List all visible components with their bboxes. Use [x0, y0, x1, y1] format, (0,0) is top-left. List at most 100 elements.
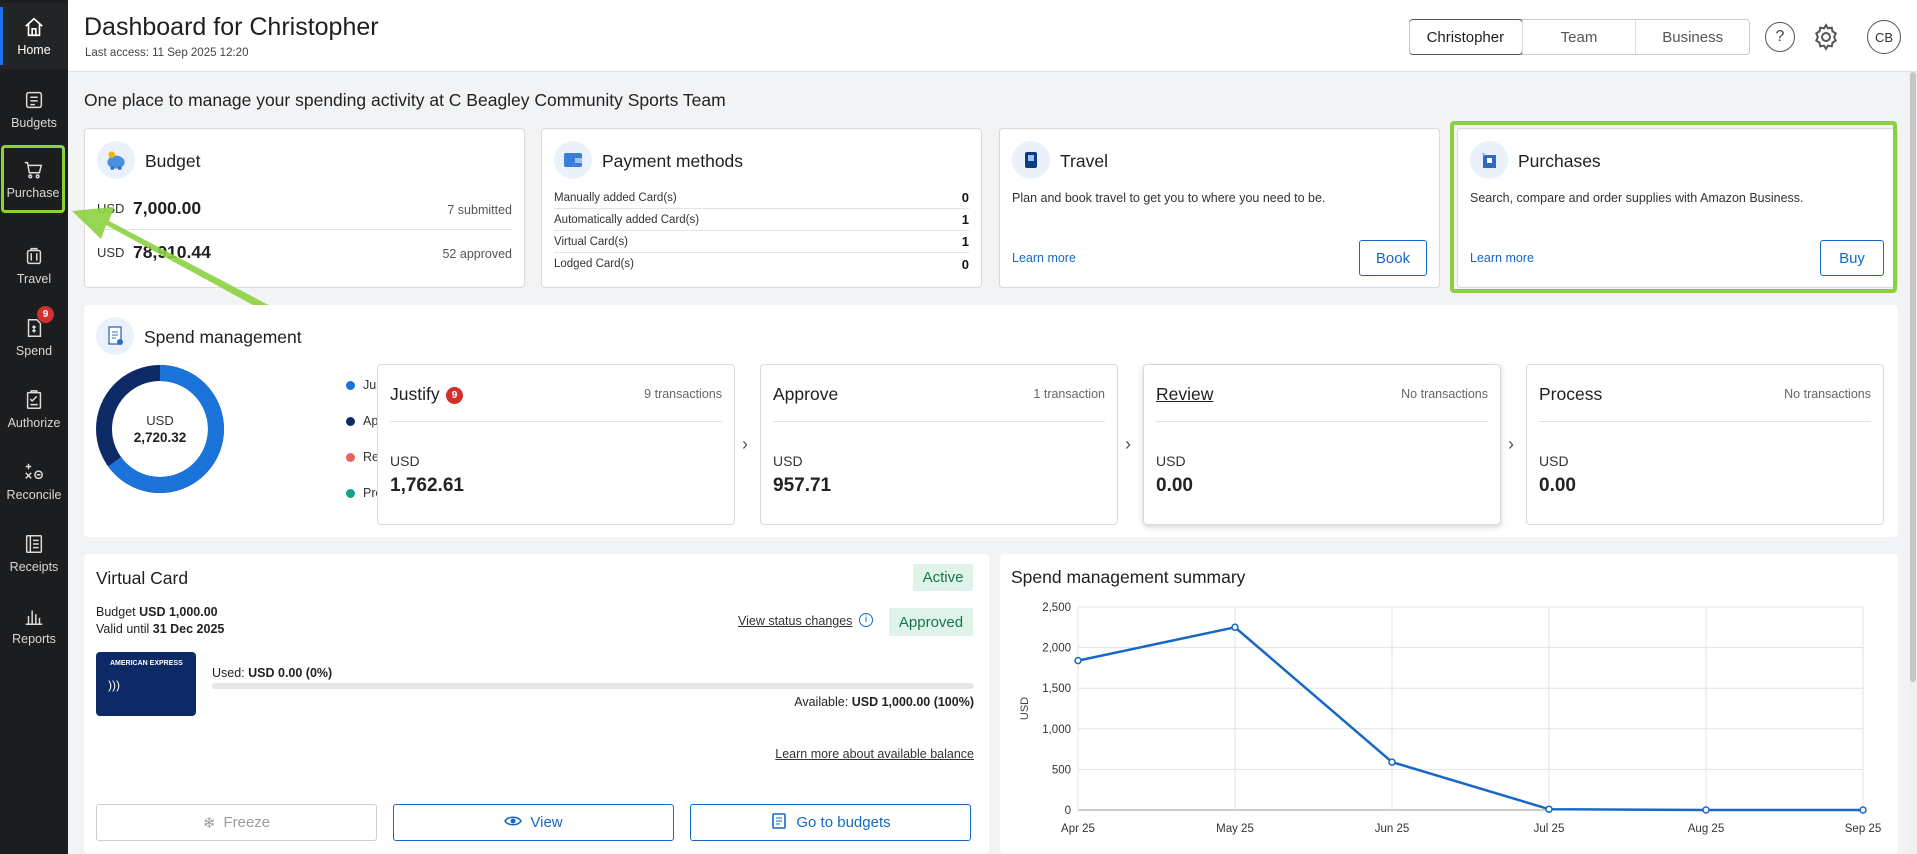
list-item: Virtual Card(s) 1 — [554, 231, 969, 253]
contactless-icon: ))) — [108, 678, 120, 692]
legend-swatch — [346, 416, 355, 426]
payment-methods-title: Payment methods — [602, 151, 744, 171]
stage-card-approve[interactable]: Approve 1 transaction USD 957.71 — [760, 364, 1118, 525]
stage-card-process[interactable]: Process No transactions USD 0.00 — [1526, 364, 1884, 525]
vc-available-label: Available: — [794, 695, 849, 709]
view-button[interactable]: View — [393, 804, 674, 841]
pm-label: Automatically added Card(s) — [554, 213, 700, 226]
sidebar: Home Budgets Purchase Travel Spend 9 Aut… — [0, 0, 68, 854]
reconcile-icon — [25, 463, 43, 479]
stage-count: No transactions — [1401, 387, 1488, 401]
list-item: Automatically added Card(s) 1 — [554, 209, 969, 231]
vc-valid-label: Valid until — [96, 622, 150, 636]
stage-card-justify[interactable]: Justify 9 9 transactions USD 1,762.61 — [377, 364, 735, 525]
book-button[interactable]: Book — [1359, 240, 1427, 276]
go-to-budgets-label: Go to budgets — [796, 814, 891, 831]
stage-name: Process — [1539, 384, 1603, 404]
last-access: Last access: 11 Sep 2025 12:20 — [85, 47, 249, 59]
data-point[interactable] — [1231, 623, 1239, 632]
travel-learn-more-link[interactable]: Learn more — [1012, 251, 1076, 265]
spend-line-chart: 0 500 1,000 1,500 2,000 2,500 Apr 25 May 25 Jun… — [1019, 602, 1881, 835]
sidebar-item-label: Home — [17, 42, 51, 57]
y-tick-label: 0 — [1065, 805, 1071, 817]
data-point[interactable] — [1859, 806, 1867, 814]
view-tab-team[interactable]: Team — [1521, 20, 1636, 54]
status-badge-active: Active — [913, 564, 973, 591]
info-icon[interactable]: i — [859, 613, 873, 627]
buy-button[interactable]: Buy — [1820, 240, 1884, 276]
budget-row-2-note: 52 approved — [442, 247, 512, 261]
vc-used: Used: USD 0.00 (0%) — [212, 666, 332, 680]
list-item: Lodged Card(s) 0 — [554, 253, 969, 275]
snowflake-icon: ❄ — [202, 814, 216, 832]
donut-total: 2,720.32 — [133, 430, 187, 445]
amex-card-image: AMERICAN EXPRESS ))) — [96, 652, 196, 716]
stage-amount: 0.00 — [1539, 475, 1576, 496]
avatar[interactable]: CB — [1867, 20, 1901, 54]
sidebar-item-label: Reconcile — [6, 487, 62, 502]
data-point[interactable] — [1388, 758, 1396, 766]
data-point[interactable] — [1545, 805, 1553, 813]
y-tick-label: 500 — [1052, 764, 1071, 776]
data-point[interactable] — [1702, 806, 1710, 814]
stage-name: Justify — [390, 384, 440, 404]
sidebar-item-label: Reports — [12, 631, 56, 646]
y-axis-label: USD — [1019, 697, 1031, 720]
help-icon[interactable]: ? — [1765, 22, 1795, 52]
sidebar-item-label: Budgets — [11, 115, 57, 130]
sidebar-item-home[interactable]: Home — [0, 3, 68, 69]
sidebar-item-budgets[interactable]: Budgets — [0, 76, 68, 142]
learn-more-balance-link[interactable]: Learn more about available balance — [775, 747, 974, 761]
sidebar-item-purchase[interactable]: Purchase — [1, 145, 65, 213]
pm-value: 0 — [961, 190, 969, 205]
view-tab-business[interactable]: Business — [1635, 20, 1749, 54]
budgets-icon — [770, 812, 788, 834]
freeze-label: Freeze — [223, 814, 271, 831]
settings-gear-icon[interactable] — [1811, 22, 1841, 52]
spend-badge: 9 — [37, 306, 54, 323]
sidebar-item-label: Purchase — [6, 185, 60, 200]
sidebar-item-reconcile[interactable]: Reconcile — [0, 448, 68, 514]
scrollbar[interactable] — [1909, 72, 1917, 854]
list-item: Manually added Card(s) 0 — [554, 187, 969, 209]
approval-badge: Approved — [889, 608, 973, 636]
sidebar-item-authorize[interactable]: Authorize — [0, 376, 68, 442]
chevron-right-icon: › — [1125, 434, 1131, 454]
vc-valid-value: 31 Dec 2025 — [152, 622, 225, 636]
go-to-budgets-button[interactable]: Go to budgets — [690, 804, 971, 841]
sidebar-item-receipts[interactable]: Receipts — [0, 520, 68, 586]
scrollbar-thumb[interactable] — [1910, 72, 1916, 682]
vc-budget-value: USD 1,000.00 — [139, 605, 218, 619]
x-tick-label: Aug 25 — [1688, 823, 1724, 835]
data-point[interactable] — [1074, 656, 1082, 665]
pm-label: Virtual Card(s) — [554, 235, 628, 248]
budget-title: Budget — [145, 151, 201, 171]
spend-donut-chart: USD 2,720.32 — [95, 364, 225, 494]
sidebar-item-spend[interactable]: Spend 9 — [0, 304, 68, 370]
purchases-description: Search, compare and order supplies with … — [1470, 191, 1804, 205]
purchases-learn-more-link[interactable]: Learn more — [1470, 251, 1534, 265]
view-tab-christopher[interactable]: Christopher — [1409, 19, 1523, 55]
x-tick-label: Jul 25 — [1534, 823, 1565, 835]
eye-icon — [504, 814, 523, 831]
x-tick-label: May 25 — [1216, 823, 1254, 835]
sidebar-item-label: Travel — [16, 271, 52, 286]
wallet-icon — [554, 141, 592, 179]
card-brand: AMERICAN EXPRESS — [110, 660, 183, 667]
justify-badge: 9 — [446, 387, 463, 404]
view-status-changes-link[interactable]: View status changes — [738, 614, 852, 628]
sidebar-item-travel[interactable]: Travel — [0, 232, 68, 298]
y-tick-label: 2,000 — [1042, 643, 1071, 655]
freeze-button[interactable]: ❄ Freeze — [96, 804, 377, 841]
stage-name: Approve — [773, 384, 839, 404]
divider — [390, 421, 722, 422]
piggy-bank-icon — [97, 141, 135, 179]
stage-card-review[interactable]: Review No transactions USD 0.00 — [1143, 364, 1501, 525]
purchases-title: Purchases — [1518, 151, 1601, 171]
sidebar-item-reports[interactable]: Reports — [0, 592, 68, 658]
sidebar-item-label: Spend — [15, 343, 53, 358]
stage-amount: 0.00 — [1156, 475, 1193, 496]
legend-swatch — [346, 488, 355, 498]
reports-icon — [25, 610, 43, 625]
clipboard-icon — [26, 389, 42, 409]
